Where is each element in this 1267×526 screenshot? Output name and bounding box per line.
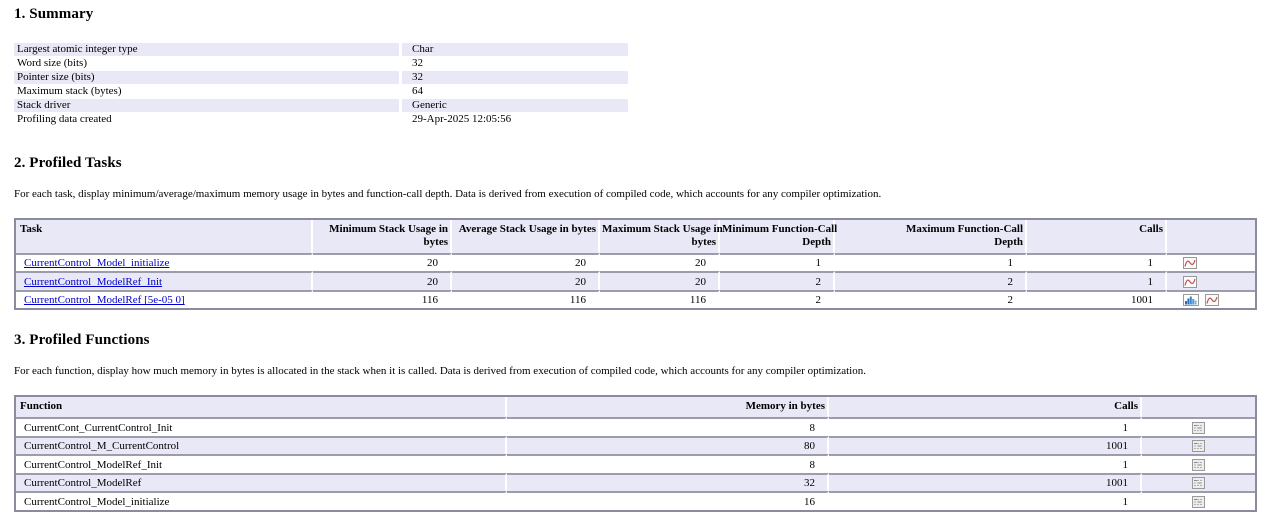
task-row: CurrentControl_ModelRef [5e-05 0] 116 11…	[16, 290, 1255, 308]
summary-label: Stack driver	[14, 99, 402, 112]
call-listing-icon[interactable]	[1192, 459, 1205, 471]
call-listing-icon[interactable]	[1192, 496, 1205, 508]
summary-value: 32	[402, 57, 628, 70]
max-depth-value: 2	[835, 290, 1027, 308]
avg-stack-value: 20	[452, 271, 600, 289]
avg-stack-value: 20	[452, 253, 600, 271]
calls-value: 1001	[1027, 290, 1167, 308]
function-row: CurrentControl_Model_initialize 16 1	[16, 491, 1255, 509]
function-name: CurrentControl_ModelRef	[16, 473, 507, 491]
function-name: CurrentControl_Model_initialize	[16, 491, 507, 509]
column-header-max-depth: Maximum Function-CallDepth	[835, 220, 1027, 253]
summary-table: Largest atomic integer type Char Word si…	[14, 42, 628, 127]
task-row: CurrentControl_ModelRef_Init 20 20 20 2 …	[16, 271, 1255, 289]
memory-value: 8	[507, 417, 829, 435]
min-depth-value: 2	[720, 290, 835, 308]
tasks-header-row: Task Minimum Stack Usage inbytes Average…	[16, 220, 1255, 253]
column-header-min-stack: Minimum Stack Usage inbytes	[313, 220, 452, 253]
profiled-functions-heading: 3. Profiled Functions	[14, 332, 1253, 349]
summary-label: Pointer size (bits)	[14, 71, 402, 84]
function-row: CurrentControl_ModelRef_Init 8 1	[16, 454, 1255, 472]
stack-usage-histogram-icon[interactable]	[1183, 294, 1199, 306]
profiled-tasks-description: For each task, display minimum/average/m…	[14, 188, 1253, 200]
summary-heading: 1. Summary	[14, 6, 1253, 23]
function-name: CurrentControl_M_CurrentControl	[16, 436, 507, 454]
summary-label: Largest atomic integer type	[14, 43, 402, 56]
summary-value: 32	[402, 71, 628, 84]
call-listing-icon[interactable]	[1192, 422, 1205, 434]
min-stack-value: 20	[313, 253, 452, 271]
profiled-functions-description: For each function, display how much memo…	[14, 365, 1253, 377]
summary-label: Word size (bits)	[14, 57, 402, 70]
summary-row: Word size (bits) 32	[14, 57, 628, 70]
function-name: CurrentCont_CurrentControl_Init	[16, 417, 507, 435]
function-name: CurrentControl_ModelRef_Init	[16, 454, 507, 472]
stack-usage-plot-icon[interactable]	[1183, 257, 1197, 269]
column-header-max-stack: Maximum Stack Usage inbytes	[600, 220, 720, 253]
max-depth-value: 1	[835, 253, 1027, 271]
summary-value: 29-Apr-2025 12:05:56	[402, 113, 628, 126]
min-stack-value: 20	[313, 271, 452, 289]
task-link[interactable]: CurrentControl_Model_initialize	[24, 257, 169, 269]
function-row: CurrentControl_ModelRef 32 1001	[16, 473, 1255, 491]
memory-value: 16	[507, 491, 829, 509]
task-link[interactable]: CurrentControl_ModelRef [5e-05 0]	[24, 294, 185, 306]
call-listing-icon[interactable]	[1192, 477, 1205, 489]
column-header-function: Function	[16, 397, 507, 417]
calls-value: 1001	[829, 473, 1142, 491]
summary-row: Stack driver Generic	[14, 99, 628, 112]
summary-label: Maximum stack (bytes)	[14, 85, 402, 98]
max-depth-value: 2	[835, 271, 1027, 289]
function-row: CurrentCont_CurrentControl_Init 8 1	[16, 417, 1255, 435]
profiled-tasks-table: Task Minimum Stack Usage inbytes Average…	[14, 218, 1257, 310]
max-stack-value: 20	[600, 253, 720, 271]
column-header-plots	[1167, 220, 1255, 253]
column-header-listing	[1142, 397, 1255, 417]
memory-value: 80	[507, 436, 829, 454]
column-header-avg-stack: Average Stack Usage in bytes	[452, 220, 600, 253]
stack-usage-plot-icon[interactable]	[1183, 276, 1197, 288]
calls-value: 1001	[829, 436, 1142, 454]
summary-row: Pointer size (bits) 32	[14, 71, 628, 84]
summary-row: Profiling data created 29-Apr-2025 12:05…	[14, 113, 628, 126]
calls-value: 1	[1027, 271, 1167, 289]
profiled-tasks-heading: 2. Profiled Tasks	[14, 155, 1253, 172]
task-link[interactable]: CurrentControl_ModelRef_Init	[24, 276, 162, 288]
calls-value: 1	[829, 417, 1142, 435]
calls-value: 1	[829, 491, 1142, 509]
column-header-calls: Calls	[1027, 220, 1167, 253]
avg-stack-value: 116	[452, 290, 600, 308]
max-stack-value: 20	[600, 271, 720, 289]
call-listing-icon[interactable]	[1192, 440, 1205, 452]
function-row: CurrentControl_M_CurrentControl 80 1001	[16, 436, 1255, 454]
max-stack-value: 116	[600, 290, 720, 308]
calls-value: 1	[829, 454, 1142, 472]
column-header-min-depth: Minimum Function-CallDepth	[720, 220, 835, 253]
memory-value: 32	[507, 473, 829, 491]
column-header-calls: Calls	[829, 397, 1142, 417]
stack-usage-plot-icon[interactable]	[1205, 294, 1219, 306]
column-header-task: Task	[16, 220, 313, 253]
summary-value: 64	[402, 85, 628, 98]
summary-value: Char	[402, 43, 628, 56]
profiled-functions-table: Function Memory in bytes Calls CurrentCo…	[14, 395, 1257, 511]
summary-row: Largest atomic integer type Char	[14, 43, 628, 56]
summary-label: Profiling data created	[14, 113, 402, 126]
column-header-memory: Memory in bytes	[507, 397, 829, 417]
min-stack-value: 116	[313, 290, 452, 308]
calls-value: 1	[1027, 253, 1167, 271]
min-depth-value: 2	[720, 271, 835, 289]
min-depth-value: 1	[720, 253, 835, 271]
summary-row: Maximum stack (bytes) 64	[14, 85, 628, 98]
summary-value: Generic	[402, 99, 628, 112]
task-row: CurrentControl_Model_initialize 20 20 20…	[16, 253, 1255, 271]
functions-header-row: Function Memory in bytes Calls	[16, 397, 1255, 417]
memory-value: 8	[507, 454, 829, 472]
